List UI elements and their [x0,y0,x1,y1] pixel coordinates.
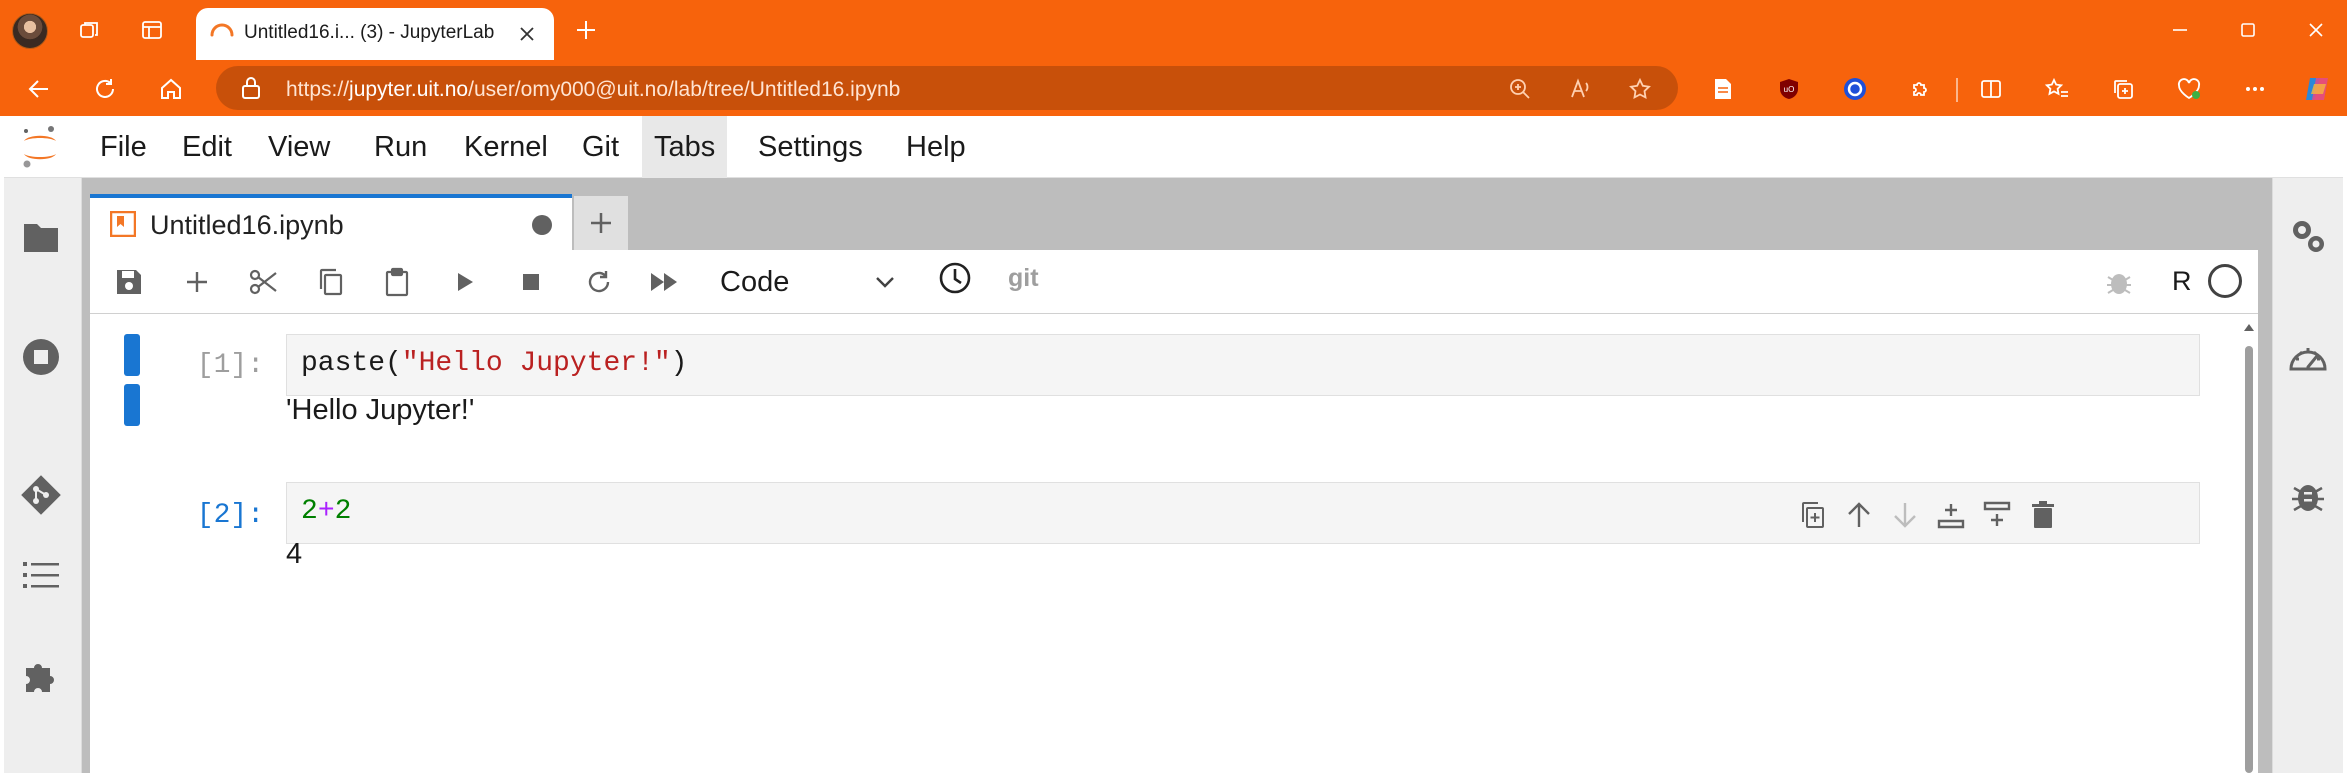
extension-icon[interactable] [18,652,64,698]
code-cell-input[interactable]: paste("Hello Jupyter!") [286,334,2200,396]
restart-run-all-icon[interactable] [646,264,684,300]
insert-cell-icon[interactable] [178,264,216,300]
kernel-usage-icon[interactable] [2285,334,2331,380]
scrollbar-thumb[interactable] [2245,346,2253,773]
menu-edit[interactable]: Edit [170,116,244,178]
input-collapser[interactable] [124,334,140,376]
git-icon[interactable] [18,472,64,518]
clock-icon[interactable] [936,260,974,296]
vertical-tabs-icon[interactable] [136,14,168,46]
save-icon[interactable] [110,264,148,300]
back-icon[interactable] [22,72,56,106]
lock-icon [242,77,260,99]
browser-essentials-icon[interactable] [2172,72,2206,106]
split-screen-icon[interactable] [1974,72,2008,106]
browser-nav-bar: https://jupyter.uit.no/user/omy000@uit.n… [0,60,2347,116]
menu-file[interactable]: File [88,116,159,178]
minimize-icon[interactable] [2160,12,2200,48]
move-down-icon[interactable] [1887,497,1923,533]
running-icon[interactable] [18,334,64,380]
code-editor[interactable]: paste("Hello Jupyter!") [301,348,687,379]
scroll-up-icon[interactable] [2242,322,2256,334]
property-inspector-icon[interactable] [2285,214,2331,260]
more-options-icon[interactable] [2238,72,2272,106]
jupyter-favicon-icon [210,23,234,37]
menu-git[interactable]: Git [570,116,631,178]
menu-help[interactable]: Help [894,116,978,178]
input-prompt-active: [2]: [196,500,264,531]
menu-tabs[interactable]: Tabs [642,116,728,178]
menu-view[interactable]: View [256,116,342,178]
unsaved-indicator-icon[interactable] [532,215,552,235]
close-tab-icon[interactable] [514,21,540,47]
notebook-icon [110,211,136,237]
svg-text:uO: uO [1784,85,1795,94]
interrupt-icon[interactable] [512,264,550,300]
copilot-icon[interactable] [2300,72,2334,106]
cut-icon[interactable] [244,264,282,300]
read-aloud-icon[interactable] [1566,75,1594,103]
menu-settings[interactable]: Settings [746,116,875,178]
left-sidebar [4,178,82,773]
paste-icon[interactable] [378,264,416,300]
debugger-icon[interactable] [2285,472,2331,518]
cell-output: 'Hello Jupyter!' [286,394,475,426]
toc-icon[interactable] [18,552,64,598]
duplicate-cell-icon[interactable] [1795,497,1831,533]
workspaces-icon[interactable] [74,14,106,46]
delete-cell-icon[interactable] [2025,497,2061,533]
home-icon[interactable] [154,72,188,106]
notebook-panel: Code git R [1]: paste("Hello Jupyter!") … [90,250,2258,773]
maximize-icon[interactable] [2228,12,2268,48]
jupyterlab-top-bar: File Edit View Run Kernel Git Tabs Setti… [4,116,2343,178]
output-collapser[interactable] [124,384,140,426]
url-text: https://jupyter.uit.no/user/omy000@uit.n… [286,78,901,101]
close-window-icon[interactable] [2296,12,2336,48]
menu-kernel[interactable]: Kernel [452,116,560,178]
profile-avatar[interactable] [12,13,48,49]
copy-icon[interactable] [312,264,350,300]
notebook-scrollbar[interactable] [2242,322,2256,773]
cell-type-value: Code [720,266,790,298]
browser-tab-active[interactable]: Untitled16.i... (3) - JupyterLab [196,8,554,60]
notebook-toolbar: Code git R [90,250,2258,314]
sync-extension-icon[interactable] [1838,72,1872,106]
extensions-puzzle-icon[interactable] [1904,72,1938,106]
browser-tab-strip: Untitled16.i... (3) - JupyterLab [0,0,2347,60]
kernel-name[interactable]: R [2172,266,2192,297]
cell-output: 4 [286,538,303,570]
insert-above-icon[interactable] [1933,497,1969,533]
move-up-icon[interactable] [1841,497,1877,533]
ublock-icon[interactable]: uO [1772,72,1806,106]
menu-run[interactable]: Run [362,116,439,178]
zoom-icon[interactable] [1506,75,1534,103]
restart-icon[interactable] [580,264,618,300]
jupyter-logo-icon [23,126,56,168]
collections-icon[interactable] [2106,72,2140,106]
add-launcher-button[interactable] [574,196,628,250]
address-bar[interactable]: https://jupyter.uit.no/user/omy000@uit.n… [216,66,1678,110]
insert-below-icon[interactable] [1979,497,2015,533]
folder-icon[interactable] [18,214,64,260]
document-extension-icon[interactable] [1706,72,1740,106]
new-tab-icon[interactable] [570,14,602,46]
favorite-star-icon[interactable] [1626,75,1654,103]
cell-type-select[interactable]: Code [706,262,902,302]
refresh-icon[interactable] [88,72,122,106]
code-cell-input-active[interactable]: 2+2 [286,482,2200,544]
notebook-tab-label: Untitled16.ipynb [150,210,344,240]
right-sidebar [2272,178,2343,773]
notebook-tab[interactable]: Untitled16.ipynb [90,194,572,250]
browser-tab-title: Untitled16.i... (3) - JupyterLab [244,22,495,43]
toolbar-separator [1956,78,1958,102]
run-icon[interactable] [446,264,484,300]
kernel-status-icon [2208,264,2242,298]
code-editor[interactable]: 2+2 [301,496,351,527]
debugger-toggle-icon[interactable] [2100,264,2138,300]
git-diff-button[interactable]: git [1008,264,1039,293]
chevron-down-icon [876,277,894,288]
input-prompt: [1]: [196,350,264,381]
favorites-icon[interactable] [2040,72,2074,106]
